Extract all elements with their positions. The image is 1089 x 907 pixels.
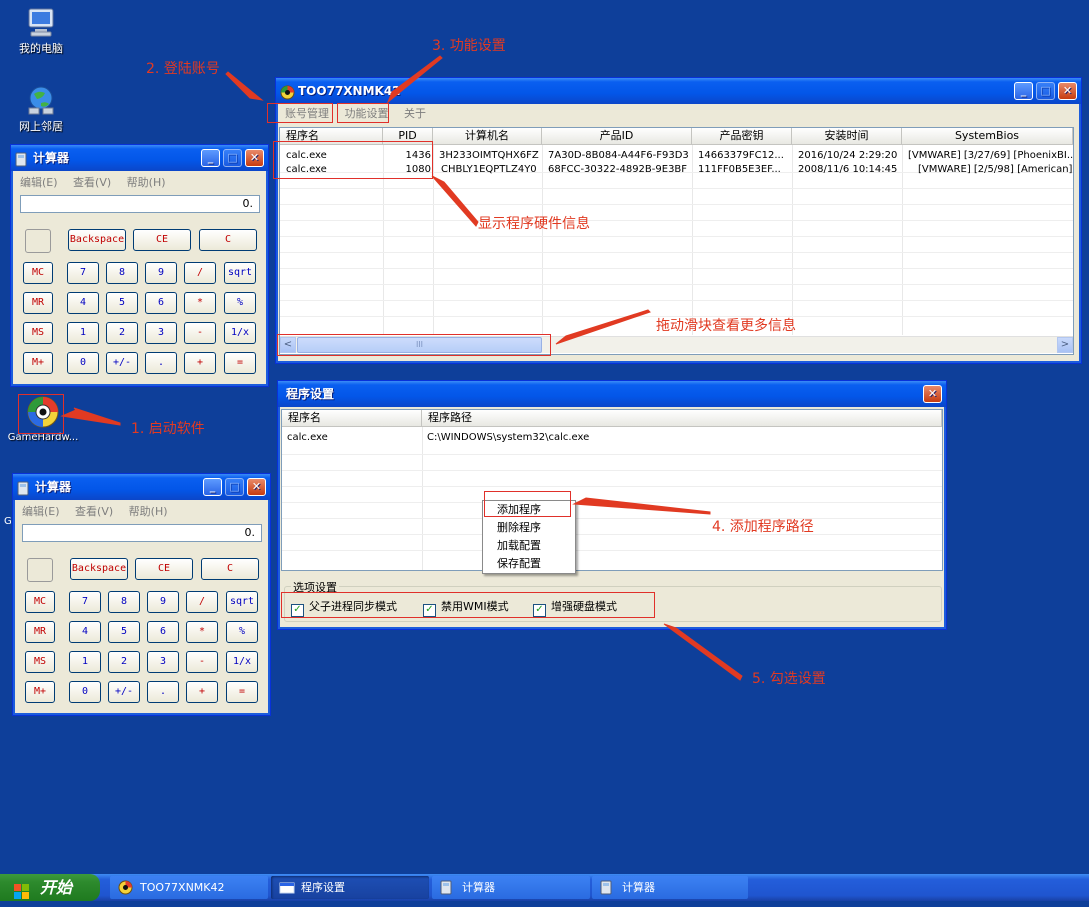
start-label: 开始: [40, 878, 73, 897]
windows-logo-icon: [14, 880, 30, 899]
gamehardware-app-icon: [118, 880, 134, 895]
taskbar-item-calculator-2[interactable]: 计算器: [592, 876, 748, 899]
annotation-step-5: 5. 勾选设置: [752, 671, 826, 687]
taskbar-item-label: 程序设置: [301, 881, 345, 894]
annotation-step-1: 1. 启动软件: [131, 421, 205, 437]
taskbar-item-main[interactable]: TOO77XNMK42: [110, 876, 268, 899]
taskbar-item-settings[interactable]: 程序设置: [271, 876, 429, 899]
taskbar-item-label: 计算器: [462, 881, 495, 894]
annotation-step-3: 3. 功能设置: [432, 38, 506, 54]
taskbar-item-label: TOO77XNMK42: [140, 881, 225, 894]
calculator-icon: [600, 880, 616, 895]
annotation-hardware-info: 显示程序硬件信息: [478, 216, 590, 232]
annotation-step-4: 4. 添加程序路径: [712, 519, 814, 535]
taskbar-item-label: 计算器: [622, 881, 655, 894]
taskbar: 开始 TOO77XNMK42 程序设置 计算器 计算器: [0, 874, 1089, 901]
window-icon: [279, 880, 295, 895]
calculator-icon: [440, 880, 456, 895]
annotation-drag-scroll: 拖动滑块查看更多信息: [656, 318, 796, 334]
taskbar-item-calculator-1[interactable]: 计算器: [432, 876, 590, 899]
start-button[interactable]: 开始: [0, 874, 100, 901]
annotation-step-2: 2. 登陆账号: [146, 61, 220, 77]
annotation-arrows: [60, 55, 743, 681]
